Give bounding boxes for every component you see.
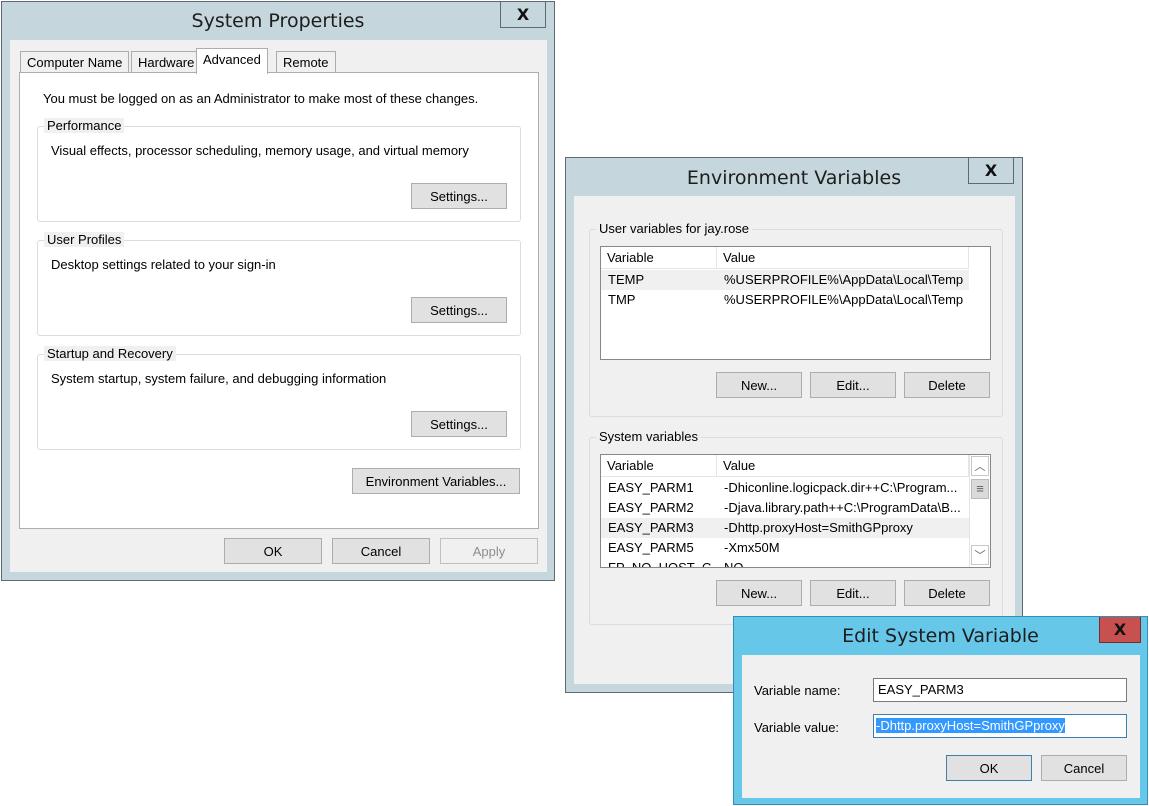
group-title: System variables [596,429,701,444]
variable-value-selected-text: -Dhttp.proxyHost=SmithGPproxy [876,718,1065,733]
variable-cell: EASY_PARM3 [608,520,694,535]
window-title: System Properties [191,10,365,32]
group-description: Desktop settings related to your sign-in [51,257,276,272]
value-cell: -Dhttp.proxyHost=SmithGPproxy [724,520,913,535]
scroll-down-button[interactable]: ﹀ [971,545,989,565]
list-item[interactable]: EASY_PARM2 -Djava.library.path++C:\Progr… [601,498,969,518]
dialog-client: User variables for jay.rose Variable Val… [574,196,1015,684]
group-title: User Profiles [44,232,125,247]
system-new-button[interactable]: New... [716,580,802,606]
list-header: Variable Value [601,247,969,269]
scroll-up-button[interactable]: ︿ [971,456,989,476]
column-header-variable[interactable]: Variable [601,455,717,477]
variable-cell: TMP [608,292,636,307]
tab-hardware[interactable]: Hardware [131,51,202,73]
column-header-value[interactable]: Value [717,455,969,477]
user-edit-button[interactable]: Edit... [810,372,896,398]
admin-notice: You must be logged on as an Administrato… [43,91,479,106]
close-icon: X [984,161,998,180]
environment-variables-window: Environment Variables X User variables f… [565,157,1023,693]
tab-label: Advanced [203,52,261,67]
list-item[interactable]: TMP %USERPROFILE%\AppData\Local\Temp [601,290,969,310]
user-variables-group: User variables for jay.rose Variable Val… [589,221,1003,417]
system-variables-list[interactable]: Variable Value EASY_PARM1 -Dhiconline.lo… [600,454,991,568]
group-description: System startup, system failure, and debu… [51,371,387,386]
tab-label: Computer Name [27,55,123,70]
window-title: Edit System Variable [842,625,1039,647]
close-button[interactable]: X [500,2,546,28]
tab-label: Remote [283,55,329,70]
list-item[interactable]: FP_NO_HOST_C... NO [601,558,969,568]
variable-name-input[interactable]: EASY_PARM3 [873,678,1127,702]
ok-button[interactable]: OK [946,755,1032,781]
variable-name-label: Variable name: [754,683,841,698]
user-profiles-group: User Profiles Desktop settings related t… [37,232,521,336]
group-title: Startup and Recovery [44,346,176,361]
variable-value-label: Variable value: [754,720,840,735]
close-icon: X [1113,620,1127,639]
dialog-client: Variable name: EASY_PARM3 Variable value… [742,655,1140,798]
advanced-tab-panel: You must be logged on as an Administrato… [19,72,539,529]
close-button[interactable]: X [968,158,1014,184]
variable-name-value: EASY_PARM3 [878,682,964,697]
user-profiles-settings-button[interactable]: Settings... [411,297,507,323]
variable-cell: EASY_PARM1 [608,480,694,495]
column-header-value[interactable]: Value [717,247,969,269]
apply-button: Apply [440,538,538,564]
value-cell: -Xmx50M [724,540,780,555]
startup-recovery-group: Startup and Recovery System startup, sys… [37,346,521,450]
system-variables-group: System variables Variable Value EASY_PAR… [589,429,1003,625]
system-delete-button[interactable]: Delete [904,580,990,606]
system-properties-window: System Properties X Computer Name Hardwa… [1,1,555,581]
list-item[interactable]: EASY_PARM3 -Dhttp.proxyHost=SmithGPproxy [601,518,969,538]
environment-variables-button[interactable]: Environment Variables... [352,468,520,494]
list-header: Variable Value [601,455,969,477]
value-cell: -Djava.library.path++C:\ProgramData\B... [724,500,961,515]
close-button[interactable]: X [1099,617,1141,643]
group-title: Performance [44,118,125,133]
variable-cell: EASY_PARM5 [608,540,694,555]
tab-label: Hardware [138,55,195,70]
edit-system-variable-window: Edit System Variable X Variable name: EA… [733,616,1148,805]
ok-button[interactable]: OK [224,538,322,564]
variable-value-input[interactable]: -Dhttp.proxyHost=SmithGPproxy [873,714,1127,738]
value-cell: %USERPROFILE%\AppData\Local\Temp [724,272,964,287]
cancel-button[interactable]: Cancel [1041,755,1127,781]
variable-cell: TEMP [608,272,645,287]
tab-computer-name[interactable]: Computer Name [20,51,130,73]
column-header-variable[interactable]: Variable [601,247,717,269]
list-item[interactable]: EASY_PARM1 -Dhiconline.logicpack.dir++C:… [601,478,969,498]
startup-recovery-settings-button[interactable]: Settings... [411,411,507,437]
vertical-scrollbar[interactable]: ︿ ≡ ﹀ [969,455,990,567]
value-cell: NO [724,560,744,568]
tab-remote[interactable]: Remote [276,51,336,73]
dialog-client: Computer Name Hardware Advanced Remote Y… [10,40,547,572]
user-variables-list[interactable]: Variable Value TEMP %USERPROFILE%\AppDat… [600,246,991,360]
cancel-button[interactable]: Cancel [332,538,430,564]
user-new-button[interactable]: New... [716,372,802,398]
group-description: Visual effects, processor scheduling, me… [51,143,469,158]
close-icon: X [516,5,530,24]
value-cell: -Dhiconline.logicpack.dir++C:\Program... [724,480,958,495]
performance-group: Performance Visual effects, processor sc… [37,118,521,222]
user-delete-button[interactable]: Delete [904,372,990,398]
list-item[interactable]: TEMP %USERPROFILE%\AppData\Local\Temp [601,270,969,290]
chevron-down-icon: ﹀ [974,550,986,562]
window-title: Environment Variables [686,167,902,189]
variable-cell: EASY_PARM2 [608,500,694,515]
performance-settings-button[interactable]: Settings... [411,183,507,209]
grip-icon: ≡ [976,481,984,496]
system-edit-button[interactable]: Edit... [810,580,896,606]
group-title: User variables for jay.rose [596,221,753,236]
scroll-thumb[interactable]: ≡ [971,479,989,499]
value-cell: %USERPROFILE%\AppData\Local\Temp [724,292,964,307]
chevron-up-icon: ︿ [974,461,986,473]
list-item[interactable]: EASY_PARM5 -Xmx50M [601,538,969,558]
tab-advanced[interactable]: Advanced [196,48,268,74]
variable-cell: FP_NO_HOST_C... [608,560,723,568]
